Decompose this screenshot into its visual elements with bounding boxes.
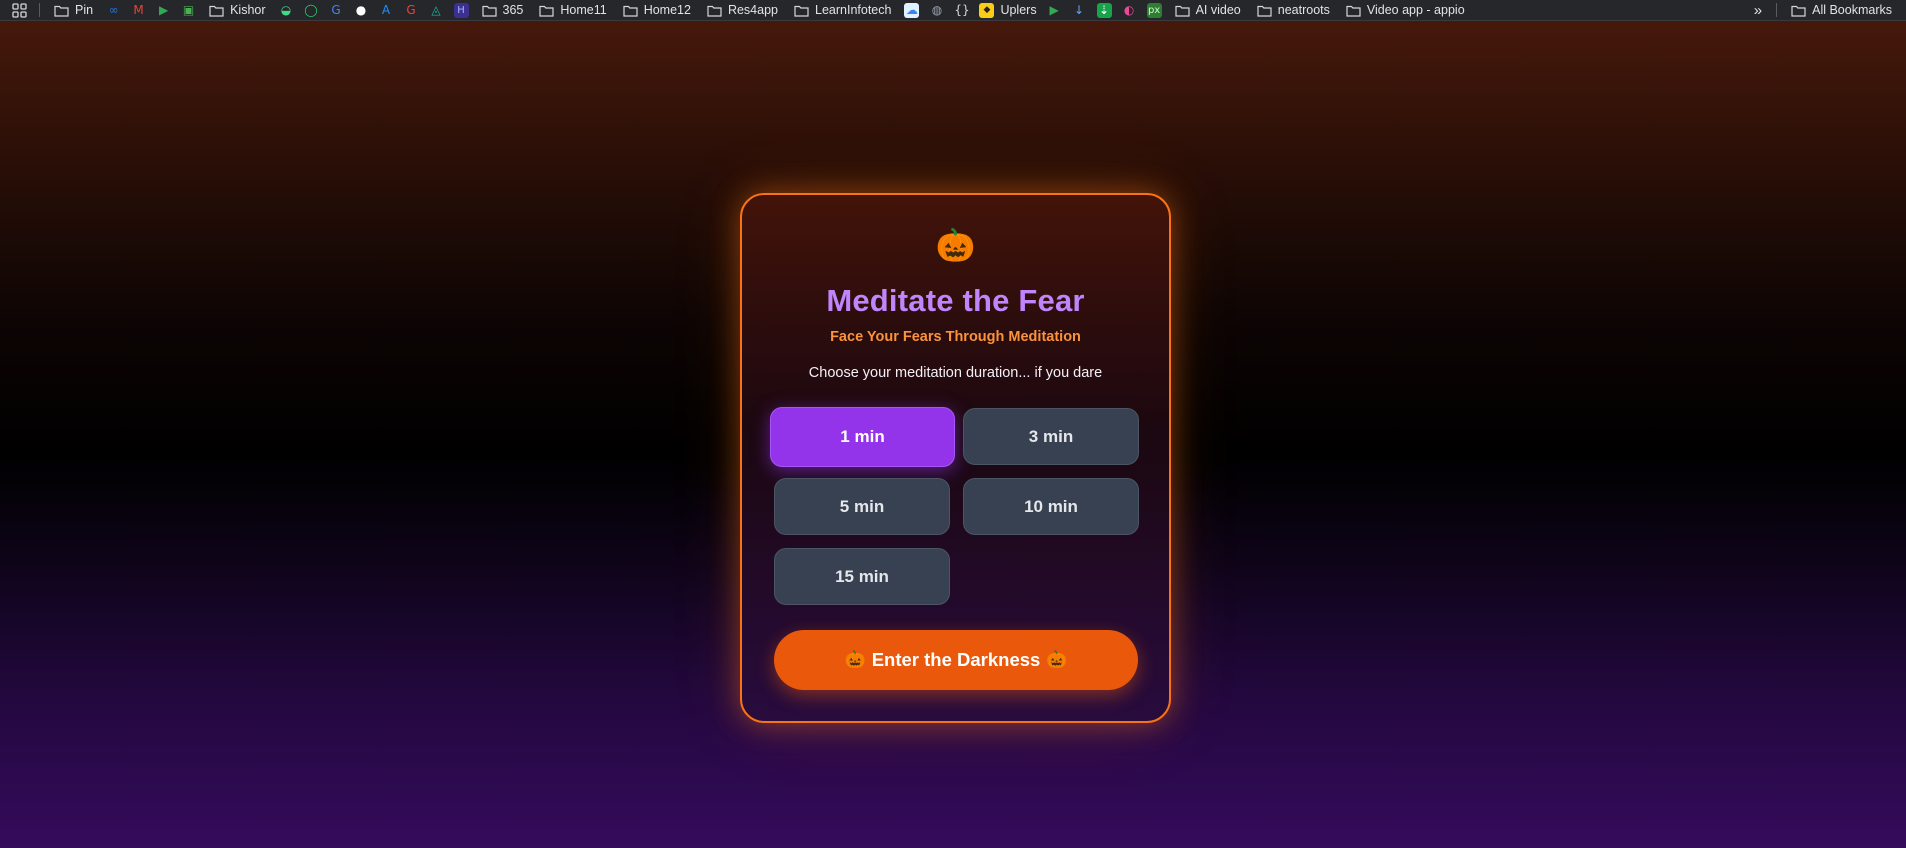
gmail-icon: M	[133, 2, 144, 17]
all-bookmarks-label: All Bookmarks	[1812, 3, 1892, 17]
bookmarks-list: Pin ∞ M ▶ ▣ Kishor ◒ ◯ G ● A G ◬ H 365 Home11 Home12 Res4…	[46, 0, 1473, 20]
bookmark-folder[interactable]: Kishor	[201, 0, 273, 20]
bookmark-translate[interactable]: G	[324, 0, 349, 20]
page-subtitle: Face Your Fears Through Meditation	[830, 329, 1081, 345]
download-icon: ⇣	[1096, 2, 1112, 18]
braces-icon: {}	[954, 2, 970, 17]
bookmark-label: 365	[502, 3, 524, 17]
bookmark-meta[interactable]: ∞	[101, 0, 126, 20]
bookmark-app-store[interactable]: A	[374, 0, 399, 20]
bookmark-label: Pin	[75, 3, 94, 17]
bookmark-label: Video app - appio	[1366, 3, 1465, 17]
duration-1-min-button[interactable]: 1 min	[770, 407, 955, 467]
bookmarks-divider	[1776, 3, 1778, 17]
folder-icon	[623, 4, 638, 17]
bookmark-play-store[interactable]: ▶	[1042, 0, 1067, 20]
app-store-icon: A	[381, 2, 391, 17]
bookmark-px[interactable]: px	[1142, 0, 1167, 20]
cursor-icon: ◬	[431, 2, 441, 17]
folder-icon	[1791, 4, 1806, 17]
duration-prompt: Choose your meditation duration... if yo…	[808, 365, 1103, 381]
github-icon: ●	[355, 2, 367, 17]
pumpkin-icon: 🎃	[1046, 650, 1068, 669]
translate-icon: G	[331, 2, 341, 17]
bookmark-folder[interactable]: 365	[474, 0, 532, 20]
google-icon: G	[406, 2, 416, 17]
bookmark-google[interactable]: G	[399, 0, 424, 20]
folder-icon	[794, 4, 809, 17]
bookmarks-bar: Pin ∞ M ▶ ▣ Kishor ◒ ◯ G ● A G ◬ H 365 Home11 Home12 Res4…	[0, 0, 1906, 21]
whatsapp-icon: ◯	[304, 2, 318, 17]
pumpkin-icon: 🎃	[935, 227, 976, 263]
play-store-icon: ▶	[158, 2, 169, 17]
cloud-icon: ☁	[904, 2, 920, 18]
bookmark-folder[interactable]: AI video	[1167, 0, 1249, 20]
bookmark-uplers[interactable]: ◆ Uplers	[974, 0, 1041, 20]
bookmark-folder[interactable]: Pin	[46, 0, 101, 20]
folder-icon	[1174, 4, 1190, 17]
bookmark-folder[interactable]: LearnInfotech	[786, 0, 899, 20]
bookmark-play-store[interactable]: ▶	[151, 0, 176, 20]
duration-3-min-button[interactable]: 3 min	[963, 408, 1139, 465]
bookmark-label: Uplers	[1000, 3, 1037, 17]
bookmark-folder[interactable]: neatroots	[1249, 0, 1338, 20]
folder-icon	[1346, 4, 1361, 17]
h-logo-icon: H	[453, 2, 469, 18]
folder-icon	[54, 4, 69, 17]
bookmark-folder[interactable]: Res4app	[699, 0, 786, 20]
pumpkin-icon: 🎃	[844, 650, 866, 669]
page-title: Meditate the Fear	[826, 283, 1085, 318]
pin-tool-icon: ↓	[1074, 2, 1085, 17]
bookmark-whatsapp[interactable]: ◯	[299, 0, 324, 20]
play-store-icon: ▶	[1049, 2, 1059, 17]
bookmark-cloud[interactable]: ☁	[899, 0, 924, 20]
bookmark-braces[interactable]: {}	[949, 0, 974, 20]
android-icon: ◒	[280, 2, 292, 17]
folder-icon	[707, 4, 722, 17]
bookmark-folder[interactable]: Video app - appio	[1338, 0, 1473, 20]
duration-15-min-button[interactable]: 15 min	[774, 548, 950, 605]
duration-10-min-button[interactable]: 10 min	[963, 478, 1139, 535]
apps-grid-icon[interactable]	[6, 0, 33, 20]
duration-5-min-button[interactable]: 5 min	[774, 478, 950, 535]
bookmark-pin-tool[interactable]: ↓	[1067, 0, 1092, 20]
bookmark-folder[interactable]: Home12	[615, 0, 699, 20]
folder-icon	[209, 4, 224, 17]
bookmark-image[interactable]: ▣	[176, 0, 201, 20]
all-bookmarks-folder[interactable]: All Bookmarks	[1783, 0, 1900, 20]
bookmark-label: AI video	[1195, 3, 1241, 17]
bookmark-label: Kishor	[230, 3, 266, 17]
bookmarks-divider	[39, 3, 40, 17]
px-icon: px	[1146, 2, 1162, 18]
bookmarks-overflow-button[interactable]: »	[1746, 0, 1770, 20]
bookmark-download[interactable]: ⇣	[1092, 0, 1117, 20]
meditation-card: 🎃 Meditate the Fear Face Your Fears Thro…	[740, 193, 1171, 723]
bookmark-globe[interactable]: ◍	[924, 0, 949, 20]
uplers-icon: ◆	[979, 2, 995, 18]
enter-button-label: Enter the Darkness	[871, 649, 1041, 670]
bookmark-label: Res4app	[727, 3, 778, 17]
bookmark-label: LearnInfotech	[815, 3, 892, 17]
bookmark-h-logo[interactable]: H	[449, 0, 474, 20]
folder-icon	[1257, 4, 1272, 17]
enter-darkness-button[interactable]: 🎃 Enter the Darkness 🎃	[774, 630, 1138, 690]
bookmark-label: Home12	[643, 3, 691, 17]
image-icon: ▣	[182, 2, 195, 17]
folder-icon	[539, 4, 554, 17]
bookmark-android[interactable]: ◒	[274, 0, 299, 20]
bookmark-github[interactable]: ●	[349, 0, 374, 20]
globe-icon: ◍	[931, 2, 943, 17]
folder-icon	[481, 4, 497, 17]
bookmark-gradient-app[interactable]: ◐	[1117, 0, 1142, 20]
bookmark-label: Home11	[560, 3, 607, 17]
bookmark-gmail[interactable]: M	[126, 0, 151, 20]
bookmark-label: neatroots	[1277, 3, 1330, 17]
meta-icon: ∞	[108, 2, 119, 17]
gradient-app-icon: ◐	[1123, 2, 1135, 17]
bookmark-folder[interactable]: Home11	[531, 0, 614, 20]
bookmark-cursor[interactable]: ◬	[424, 0, 449, 20]
